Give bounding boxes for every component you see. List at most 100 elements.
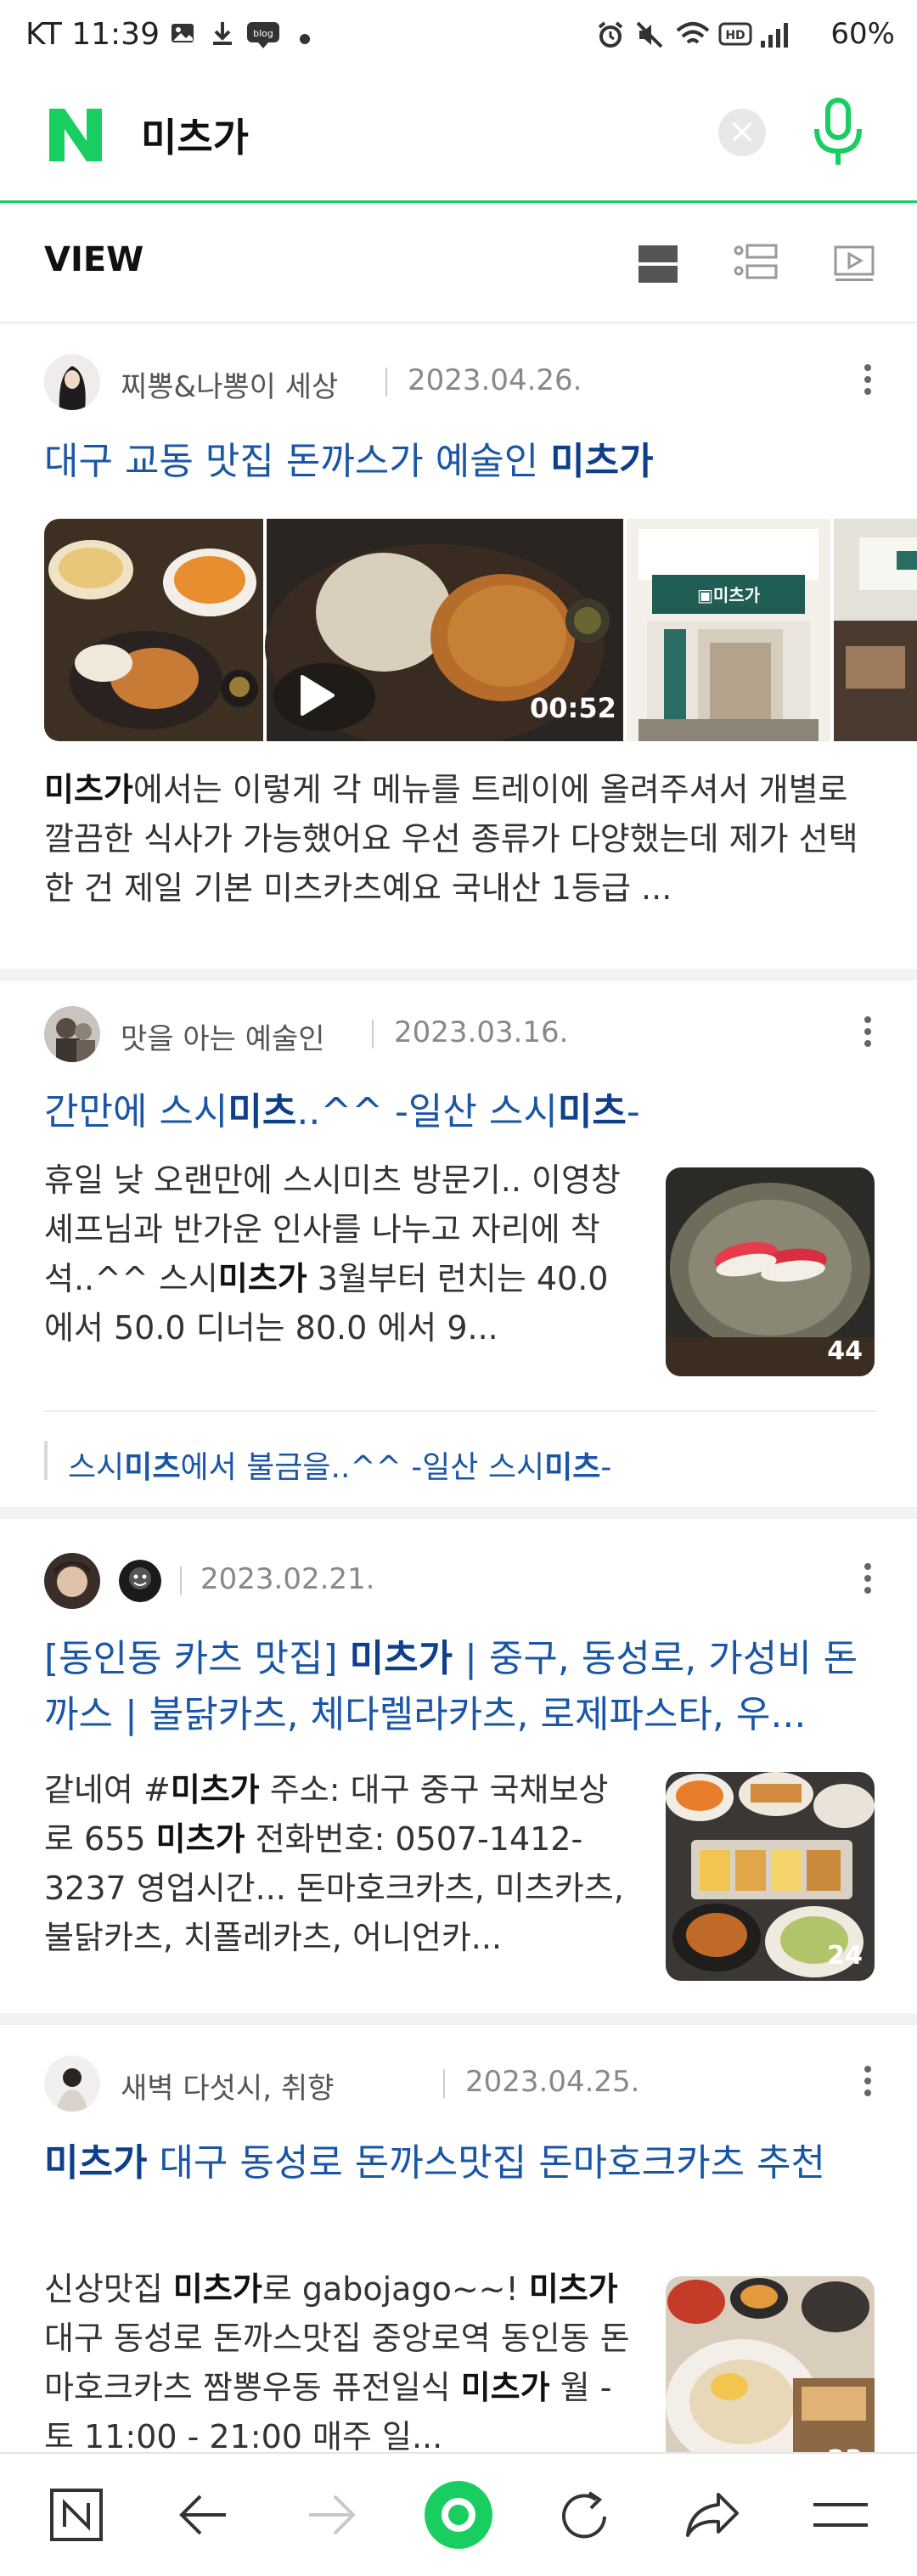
more-options-icon[interactable] xyxy=(863,363,873,400)
forward-arrow-icon[interactable] xyxy=(307,2493,357,2540)
photo-4 xyxy=(834,519,917,741)
search-bar: 미츠가 × xyxy=(0,78,917,203)
green-dot-button[interactable] xyxy=(423,2479,494,2554)
mute-icon xyxy=(635,20,664,56)
author-name[interactable]: 맛을 아는 예술인 xyxy=(121,1015,325,1057)
alarm-icon xyxy=(596,20,625,56)
author-avatar[interactable] xyxy=(44,1006,100,1062)
status-bar: KT 11:39 blog HD 60% xyxy=(0,0,917,78)
title-text: 간만에 스시 xyxy=(44,1090,228,1133)
sub-link-text: 에서 불금을..^^ -일산 스시 xyxy=(180,1450,545,1485)
gallery-notification-icon xyxy=(170,20,195,53)
title-text: [동인동 카츠 맛집] xyxy=(44,1637,350,1680)
back-arrow-icon[interactable] xyxy=(178,2493,228,2540)
title-keyword: 미츠 xyxy=(228,1090,297,1133)
blog-notification-icon: blog xyxy=(246,20,280,56)
post-snippet[interactable]: 신상맛집 미츠가로 gabojago~~! 미츠가 대구 동성로 돈까스맛집 중… xyxy=(44,2264,630,2452)
post-thumbnail[interactable]: 24 xyxy=(666,1772,875,1981)
post-thumbnail[interactable]: 23 xyxy=(666,2276,875,2452)
snippet-text: 에서는 이렇게 각 메뉴를 트레이에 올려주셔서 개별로 깔끔한 식사가 가능했… xyxy=(44,771,858,907)
naver-logo-icon[interactable] xyxy=(44,104,107,166)
blog-badge-avatar[interactable] xyxy=(119,1560,161,1602)
post-date: 2023.03.16. xyxy=(394,1015,569,1049)
snippet-keyword: 미츠가 xyxy=(172,2270,262,2308)
author-name[interactable]: 찌뽕&나뽕이 세상 xyxy=(121,363,338,405)
video-view-icon[interactable] xyxy=(834,245,875,286)
view-title: VIEW xyxy=(44,240,144,279)
list-view-icon[interactable] xyxy=(734,244,778,288)
card-view-icon[interactable] xyxy=(639,245,678,286)
image-count: 24 xyxy=(827,1941,863,1971)
menu-icon[interactable] xyxy=(813,2498,868,2535)
more-options-icon[interactable] xyxy=(863,2064,873,2101)
title-text: ..^^ -일산 스시 xyxy=(296,1090,558,1133)
meta-divider xyxy=(443,2069,445,2098)
post-separator xyxy=(0,969,917,981)
title-keyword: 미츠가 xyxy=(550,440,654,483)
share-icon[interactable] xyxy=(684,2491,740,2542)
svg-text:HD: HD xyxy=(725,29,745,42)
post-title-link[interactable]: 미츠가 대구 동성로 돈까스맛집 돈마호크카츠 추천 xyxy=(44,2135,876,2191)
post-thumbnail[interactable]: 44 xyxy=(666,1167,875,1376)
title-keyword: 미츠가 xyxy=(44,2141,148,2185)
title-text: 대구 동성로 돈까스맛집 돈마호크카츠 추천 xyxy=(147,2141,826,2185)
related-post-link[interactable]: 스시미츠에서 불금을..^^ -일산 스시미츠- xyxy=(68,1443,611,1487)
post-snippet[interactable]: 미츠가에서는 이렇게 각 메뉴를 트레이에 올려주셔서 개별로 깔끔한 식사가 … xyxy=(44,765,876,918)
sub-link-bar xyxy=(44,1441,48,1480)
search-input[interactable]: 미츠가 xyxy=(141,107,249,163)
snippet-keyword: 미츠가 xyxy=(170,1771,260,1808)
post-title-link[interactable]: [동인동 카츠 맛집] 미츠가 | 중구, 동성로, 가성비 돈까스 | 불닭카… xyxy=(44,1631,876,1745)
refresh-icon[interactable] xyxy=(559,2489,613,2545)
author-name[interactable]: 새벽 다섯시, 취향 xyxy=(121,2065,334,2106)
post-snippet[interactable]: 같네여 #미츠가 주소: 대구 중구 국채보상로 655 미츠가 전화번호: 0… xyxy=(44,1765,630,1962)
more-options-icon[interactable] xyxy=(863,1015,873,1052)
sub-link-text: - xyxy=(600,1450,612,1485)
post-title-link[interactable]: 간만에 스시미츠..^^ -일산 스시미츠- xyxy=(44,1084,876,1140)
snippet-keyword: 미츠가 xyxy=(528,2270,618,2308)
divider xyxy=(44,1410,876,1412)
author-avatar[interactable] xyxy=(44,354,100,410)
title-keyword: 미츠가 xyxy=(349,1637,453,1680)
clear-search-button[interactable]: × xyxy=(718,109,766,156)
post-date: 2023.04.26. xyxy=(408,363,582,397)
signal-icon xyxy=(759,20,790,56)
view-post: 2023.02.21. [동인동 카츠 맛집] 미츠가 | 중구, 동성로, 가… xyxy=(0,1519,917,2013)
svg-text:▣미츠가: ▣미츠가 xyxy=(697,585,761,605)
view-post: 찌뽕&나뽕이 세상 2023.04.26. 대구 교동 맛집 돈까스가 예술인 … xyxy=(0,323,917,969)
image-count: 44 xyxy=(827,1336,863,1366)
author-avatar[interactable] xyxy=(44,1553,100,1609)
meta-divider xyxy=(372,1020,374,1049)
download-icon xyxy=(211,20,234,53)
view-post: 새벽 다섯시, 취향 2023.04.25. 미츠가 대구 동성로 돈까스맛집 … xyxy=(0,2025,917,2452)
image-strip[interactable]: ▣미츠가 00:52 xyxy=(44,519,917,741)
naver-home-icon[interactable] xyxy=(49,2488,104,2545)
snippet-keyword: 미츠가 xyxy=(44,771,133,808)
post-snippet[interactable]: 휴일 낮 오랜만에 스시미츠 방문기.. 이영창 셰프님과 반가운 인사를 나누… xyxy=(44,1156,630,1353)
more-options-icon[interactable] xyxy=(863,1561,873,1599)
post-separator xyxy=(0,1507,917,1519)
snippet-keyword: 미츠가 xyxy=(460,2369,550,2406)
author-avatar[interactable] xyxy=(44,2056,100,2112)
status-time: KT 11:39 xyxy=(25,17,160,52)
post-photos: ▣미츠가 xyxy=(44,519,917,741)
more-notifications-dot-icon xyxy=(299,22,311,52)
title-keyword: 미츠 xyxy=(557,1090,627,1133)
title-text: - xyxy=(626,1090,640,1133)
snippet-text: 신상맛집 xyxy=(44,2270,173,2308)
snippet-text: 로 gabojago~~! xyxy=(262,2270,529,2308)
video-duration: 00:52 xyxy=(530,692,616,724)
katsu-plate-photo xyxy=(666,2276,875,2452)
photo-1 xyxy=(44,519,263,741)
snippet-text: 같네여 # xyxy=(44,1771,171,1808)
post-title-link[interactable]: 대구 교동 맛집 돈까스가 예술인 미츠가 xyxy=(44,434,876,490)
photo-3: ▣미츠가 xyxy=(627,519,830,741)
title-text: 대구 교동 맛집 돈까스가 예술인 xyxy=(44,440,551,483)
view-tab-bar: VIEW xyxy=(0,203,917,323)
voice-search-button[interactable] xyxy=(808,97,868,173)
post-date: 2023.02.21. xyxy=(200,1562,375,1596)
meta-divider xyxy=(385,368,387,397)
play-icon[interactable] xyxy=(294,673,338,721)
wifi-icon xyxy=(676,20,710,56)
sub-link-keyword: 미츠 xyxy=(124,1450,181,1485)
svg-text:blog: blog xyxy=(253,28,273,39)
